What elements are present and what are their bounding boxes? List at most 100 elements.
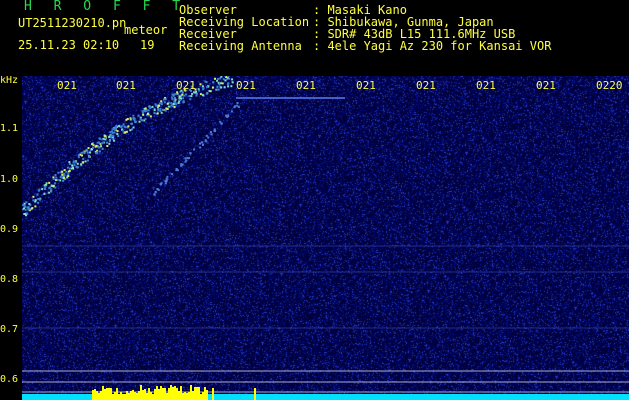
meteor-trace-pixel [225,114,227,117]
meteor-trace-pixel [149,107,152,109]
power-bar [142,390,144,400]
meteor-trace-pixel [54,182,57,185]
meteor-trace-pixel [180,164,183,167]
meteor-trace-pixel [202,143,204,146]
meteor-trace-pixel [163,101,166,104]
meteor-trace-pixel [124,131,126,134]
meteor-trace-pixel [113,131,116,134]
meteor-trace-pixel [76,162,79,165]
power-bar [110,388,112,400]
detection-count: 19 [140,38,155,52]
power-bar [176,388,178,400]
meteor-trace-pixel [98,141,101,144]
meteor-trace-pixel [161,108,164,111]
meteor-trace-pixel [27,208,30,211]
meteor-trace-pixel [68,167,71,170]
meteor-trace-pixel [230,85,233,88]
power-bar [194,387,196,400]
meteor-trace-pixel [164,109,167,112]
meteor-trace-pixel [82,150,85,153]
meteor-trace-pixel [170,96,173,99]
meteor-trace-pixel [171,105,174,108]
meteor-trace-pixel [120,126,123,128]
meteor-trace-pixel [92,146,94,149]
meteor-trace-pixel [219,77,222,80]
meteor-trace-pixel [113,139,116,142]
power-bar [206,390,208,400]
meteor-trace-pixel [173,97,176,100]
meteor-trace-pixel [227,85,230,88]
meteor-trace-pixel [236,104,239,107]
power-bar [202,392,204,400]
power-bar [116,388,118,400]
meteor-trace-pixel [147,113,149,115]
power-bar [134,392,136,400]
meteor-trace-pixel [134,120,136,123]
meteor-trace-pixel [226,83,229,86]
meteor-trace-pixel [230,110,233,113]
meteor-trace-pixel [206,85,209,88]
meteor-trace-pixel [104,137,107,139]
station-info: Observer : Masaki Kano Receiving Locatio… [179,4,551,52]
power-bar [118,394,120,400]
meteor-trace-pixel [25,201,28,204]
meteor-trace-pixel [125,130,128,133]
meteor-trace-pixel [182,97,185,100]
power-bar [126,391,128,400]
antenna-label: Receiving Antenna [179,39,302,53]
meteor-trace-pixel [143,109,146,112]
meteor-trace-pixel [217,78,220,80]
power-bar [160,386,162,400]
meteor-trace-pixel [156,188,159,191]
power-bar [174,386,176,400]
meteor-trace-pixel [70,167,73,170]
meteor-trace-pixel [121,129,124,132]
y-tick-0-6: 0.6 [0,374,19,385]
meteor-trace-pixel [132,126,135,129]
power-bar [186,393,188,400]
meteor-trace-pixel [101,147,104,150]
power-bar [138,391,140,400]
power-bar [124,394,126,400]
meteor-trace-pixel [37,189,40,192]
power-bar [204,387,206,400]
meteor-trace-pixel [87,159,89,162]
meteor-trace-pixel [158,104,161,107]
meteor-trace-pixel [177,102,180,104]
meteor-trace-pixel [43,192,46,195]
meteor-trace-pixel [100,145,102,148]
meteor-trace-pixel [25,212,28,215]
meteor-trace-pixel [112,134,115,137]
power-bar [150,392,152,400]
x-tick: 021 [476,79,496,92]
meteor-trace-pixel [82,157,85,160]
meteor-trace-pixel [52,178,55,180]
meteor-trace-pixel [66,166,69,169]
meteor-trace-pixel [159,110,162,113]
meteor-trace-pixel [226,76,229,79]
power-bar [212,388,214,400]
meteor-trace-pixel [23,213,26,215]
meteor-trace-pixel [77,154,80,157]
meteor-trace-pixel [131,122,133,125]
meteor-trace-pixel [99,137,102,140]
x-tick: 0220 [596,79,623,92]
meteor-trace-pixel [165,107,168,110]
power-bar [136,393,138,400]
meteor-trace-pixel [82,161,85,164]
meteor-trace-pixel [116,130,119,133]
meteor-trace-pixel [149,115,152,118]
meteor-trace-pixel [34,205,37,208]
meteor-trace-pixel [207,136,210,139]
power-bar [102,386,104,400]
meteor-trace-pixel [117,135,120,138]
meteor-trace-pixel [159,107,162,110]
meteor-trace-pixel [32,199,35,202]
meteor-trace-pixel [63,177,66,180]
meteor-trace-pixel [62,179,65,182]
meteor-trace-pixel [163,98,165,101]
x-tick: 021 [116,79,136,92]
power-bar [192,391,194,400]
meteor-trace-pixel [61,170,64,173]
meteor-trace-pixel [111,131,114,134]
